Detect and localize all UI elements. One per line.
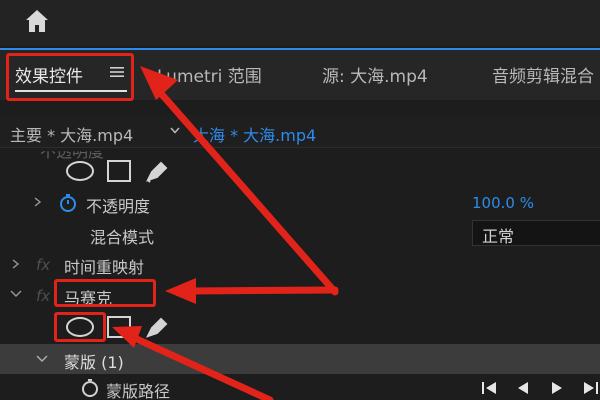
- effect-controls-panel: 效果控件 Lumetri 范围 源: 大海.mp4 音频剪辑混合 主要 * 大海…: [0, 0, 600, 400]
- arrow-to-ellipse-tool: [124, 331, 274, 400]
- arrow-to-mosaic: [186, 286, 339, 295]
- annotation-arrows: [112, 66, 339, 400]
- arrowhead-effect-tab: [140, 66, 178, 100]
- arrowhead-ellipse-tool: [112, 326, 142, 348]
- arrowhead-mosaic: [165, 278, 196, 304]
- arrow-to-effect-tab: [154, 86, 339, 296]
